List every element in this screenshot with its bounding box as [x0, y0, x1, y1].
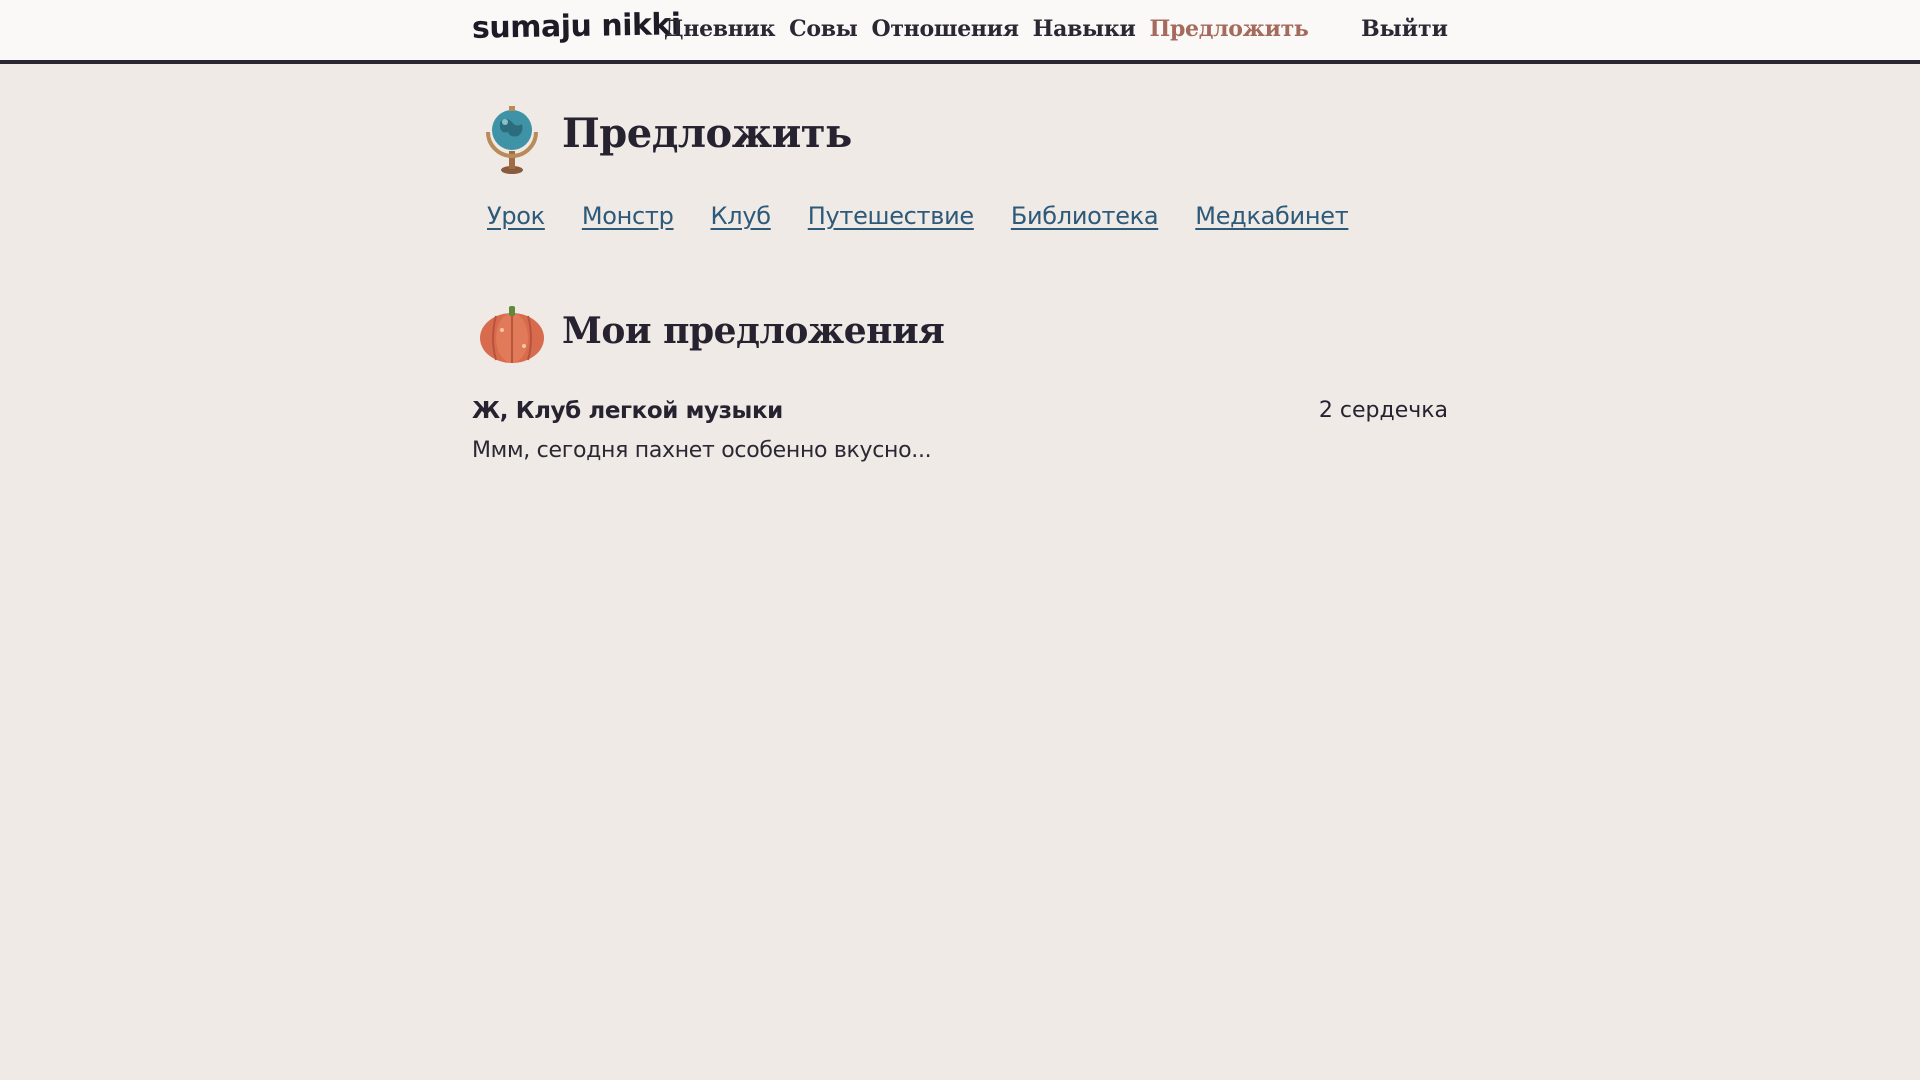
- nav-item-relations[interactable]: Отношения: [871, 16, 1018, 42]
- page-title: Предложить: [562, 110, 852, 157]
- nav-item-skills[interactable]: Навыки: [1033, 16, 1136, 42]
- category-link-monster[interactable]: Монстр: [582, 202, 674, 230]
- top-navbar: sumaju nikki Дневник Совы Отношения Навы…: [0, 0, 1920, 64]
- suggestion-hearts: 2 сердечка: [1318, 398, 1448, 423]
- logout-link[interactable]: Выйти: [1361, 16, 1448, 42]
- suggestion-categories: Урок Монстр Клуб Путешествие Библиотека …: [487, 202, 1349, 230]
- nav-item-owls[interactable]: Совы: [789, 16, 858, 42]
- globe-icon: [486, 106, 538, 174]
- my-suggestions-title: Мои предложения: [562, 310, 945, 352]
- top-navbar-inner: sumaju nikki Дневник Совы Отношения Навы…: [472, 0, 1448, 60]
- category-link-lesson[interactable]: Урок: [487, 202, 545, 230]
- category-link-travel[interactable]: Путешествие: [808, 202, 974, 230]
- category-link-infirmary[interactable]: Медкабинет: [1195, 202, 1348, 230]
- category-link-library[interactable]: Библиотека: [1011, 202, 1159, 230]
- nav-item-diary[interactable]: Дневник: [664, 16, 775, 42]
- suggestion-title: Ж, Клуб легкой музыки: [472, 398, 783, 424]
- category-link-club[interactable]: Клуб: [711, 202, 771, 230]
- suggestion-text: Ммм, сегодня пахнет особенно вкусно...: [472, 438, 932, 463]
- pumpkin-icon: [480, 306, 544, 363]
- brand-logo[interactable]: sumaju nikki: [472, 7, 681, 46]
- nav-item-suggest[interactable]: Предложить: [1149, 16, 1308, 42]
- main-nav: Дневник Совы Отношения Навыки Предложить: [664, 16, 1309, 42]
